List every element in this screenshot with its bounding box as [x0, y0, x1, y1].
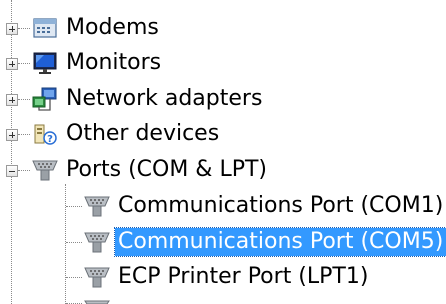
tree-item-other-devices[interactable]: ? Other devices: [30, 117, 222, 151]
collapse-button-ports[interactable]: [6, 165, 18, 177]
port-icon: [84, 232, 110, 253]
tree-item-port-com5[interactable]: Communications Port (COM5): [82, 225, 446, 259]
tree-connector-line: [18, 170, 30, 171]
tree-item-modems[interactable]: Modems: [30, 11, 162, 45]
unknown-device-icon: ?: [34, 124, 57, 145]
minus-icon: [9, 171, 15, 172]
tree-item-label: Communications Port (COM1): [118, 193, 444, 218]
monitor-icon: [33, 52, 57, 74]
tree-item-label: Ports (COM & LPT): [66, 157, 267, 182]
tree-item-port-lpt1[interactable]: ECP Printer Port (LPT1): [82, 260, 371, 294]
tree-connector-line: [66, 242, 82, 243]
tree-connector-line: [18, 28, 30, 29]
expand-button-monitors[interactable]: [6, 58, 18, 70]
network-adapter-icon: [32, 87, 57, 111]
tree-connector-line: [18, 134, 30, 135]
tree-connector-line: [66, 206, 82, 207]
port-icon: [84, 300, 110, 304]
expand-button-network-adapters[interactable]: [6, 94, 18, 106]
port-icon: [84, 267, 110, 288]
modem-icon: [33, 18, 57, 38]
port-icon: [32, 160, 58, 181]
tree-connector-line: [18, 99, 30, 100]
tree-connector-line: [11, 0, 12, 304]
tree-item-label: Network adapters: [66, 86, 263, 111]
tree-item-port-com1[interactable]: Communications Port (COM1): [82, 189, 446, 223]
tree-connector-line: [65, 184, 66, 304]
tree-item-network-adapters[interactable]: Network adapters: [30, 82, 265, 116]
tree-item-ports[interactable]: Ports (COM & LPT): [30, 153, 270, 187]
tree-item-label-selected: Communications Port (COM5): [113, 227, 446, 257]
port-icon: [84, 196, 110, 217]
device-tree: Modems Monitors Network adapters ? Other…: [0, 0, 446, 304]
svg-text:?: ?: [47, 134, 53, 145]
tree-connector-line: [18, 63, 30, 64]
tree-item-label: ECP Printer Port (LPT1): [118, 264, 369, 289]
tree-connector-line: [66, 277, 82, 278]
tree-item-monitors[interactable]: Monitors: [30, 46, 164, 80]
tree-item-label: Other devices: [66, 121, 220, 146]
tree-item-label: Monitors: [66, 50, 162, 75]
expand-button-other-devices[interactable]: [6, 129, 18, 141]
tree-item-label: Modems: [66, 15, 159, 40]
expand-button-modems[interactable]: [6, 23, 18, 35]
